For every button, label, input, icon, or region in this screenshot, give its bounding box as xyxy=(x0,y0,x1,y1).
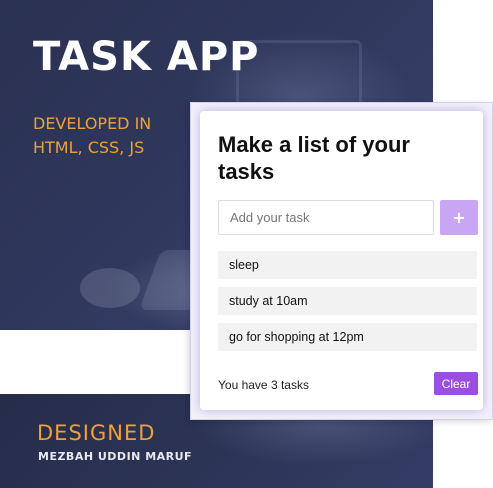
task-item[interactable]: sleep xyxy=(218,251,477,279)
add-task-button[interactable]: + xyxy=(440,200,478,235)
clear-button[interactable]: Clear xyxy=(434,372,478,395)
mouse-graphic xyxy=(80,268,140,308)
hero-subtitle: DEVELOPED IN HTML, CSS, JS xyxy=(33,114,152,157)
task-input[interactable] xyxy=(218,200,434,235)
promo-canvas: TASK APP DEVELOPED IN HTML, CSS, JS DESI… xyxy=(0,0,493,488)
hero-title: TASK APP xyxy=(33,34,260,80)
task-list: sleep study at 10am go for shopping at 1… xyxy=(218,251,477,359)
designed-label: DESIGNED xyxy=(37,421,156,445)
author-name: MEZBAH UDDIN MARUF xyxy=(38,450,193,463)
todo-card: Make a list of your tasks + sleep study … xyxy=(200,111,483,410)
card-heading: Make a list of your tasks xyxy=(218,132,410,184)
app-screenshot-frame: Make a list of your tasks + sleep study … xyxy=(190,102,493,420)
task-item[interactable]: go for shopping at 12pm xyxy=(218,323,477,351)
task-count-text: You have 3 tasks xyxy=(218,378,309,392)
task-item[interactable]: study at 10am xyxy=(218,287,477,315)
